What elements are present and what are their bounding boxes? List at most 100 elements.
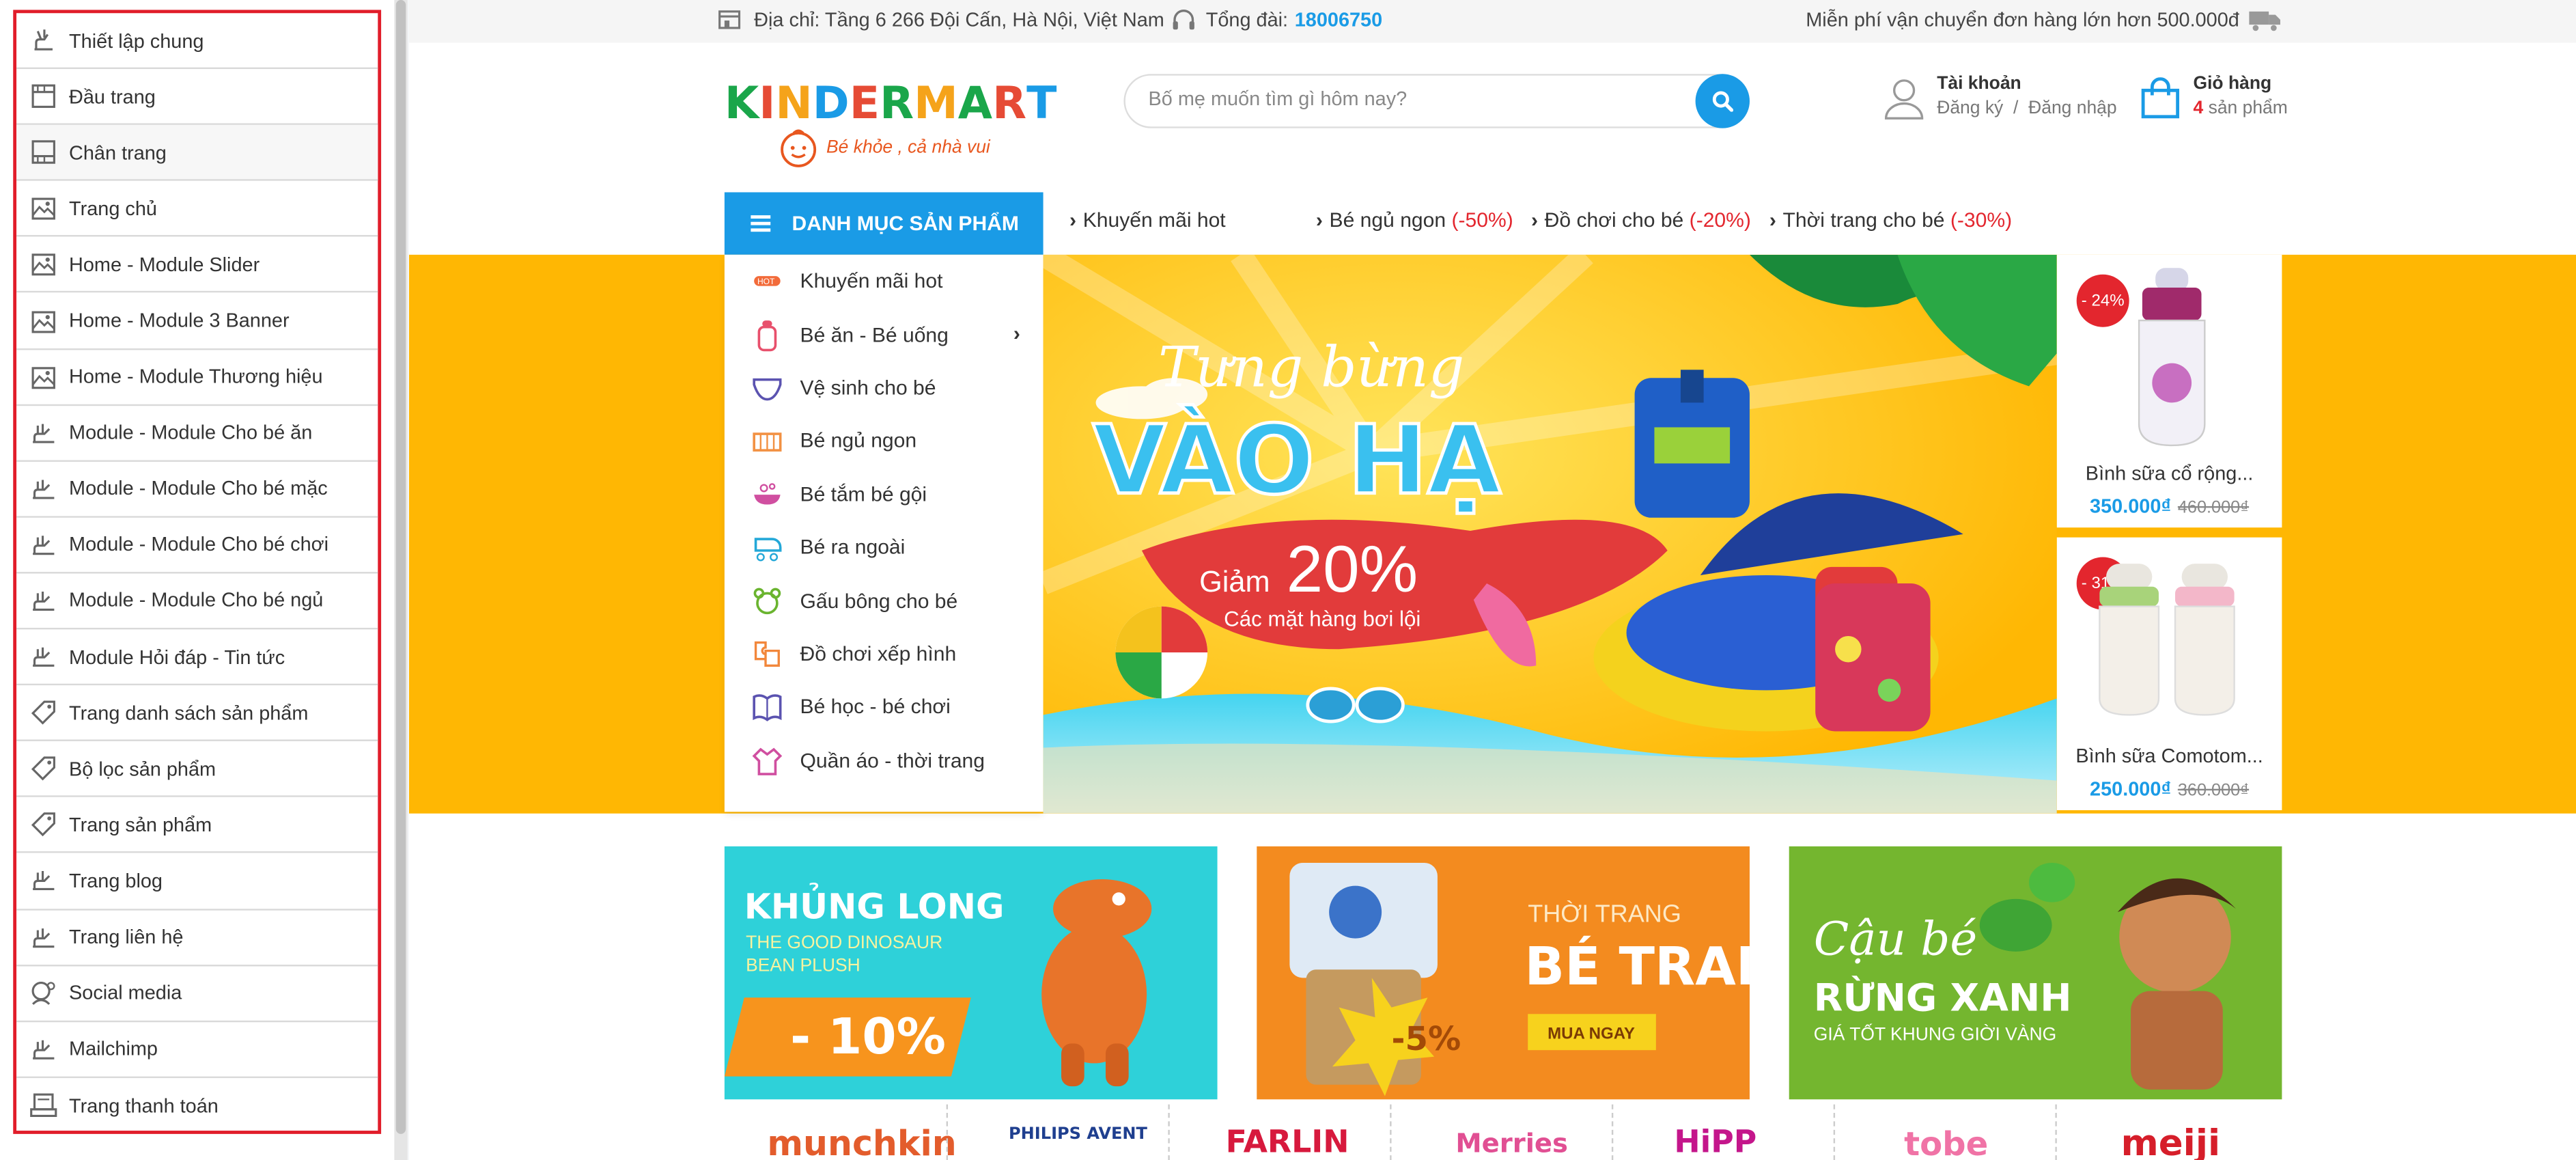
sidebar-item-label: Module - Module Cho bé ngủ [69, 589, 324, 613]
promo-discount: -5% [1392, 1020, 1461, 1058]
sidebar-item[interactable]: Mailchimp [16, 1022, 378, 1078]
sidebar-item[interactable]: Social media [16, 966, 378, 1022]
cart-block[interactable]: Giỏ hàng 4 sản phẩm [2141, 74, 2288, 120]
sidebar-item[interactable]: Chân trang [16, 125, 378, 182]
sidebar-item[interactable]: Module Hỏi đáp - Tin tức [16, 629, 378, 686]
sidebar-item[interactable]: Trang liên hệ [16, 910, 378, 966]
category-item[interactable]: Vệ sinh cho bé [725, 361, 1044, 415]
sidebar-item[interactable]: Module - Module Cho bé mặc [16, 461, 378, 518]
sidebar-item-label: Trang liên hệ [69, 925, 184, 949]
sidebar-item[interactable]: Thiết lập chung [16, 13, 378, 70]
brand-logo[interactable]: FARLIN [1226, 1124, 1349, 1160]
nav-link[interactable]: Thời trang cho bé (-30%) [1769, 208, 2013, 232]
category-label: Bé ra ngoài [800, 536, 906, 560]
hot-icon: HOT [754, 276, 781, 287]
sidebar-scrollbar[interactable] [394, 0, 408, 1160]
category-menu-button[interactable]: DANH MỤC SẢN PHẨM [724, 192, 1044, 255]
store-logo[interactable]: KINDERMART Bé khỏe , cả nhà vui [725, 79, 1056, 171]
search-icon [1712, 91, 1733, 112]
sidebar-item-label: Home - Module Thương hiệu [69, 365, 323, 388]
sidebar-item[interactable]: Trang sản phẩm [16, 797, 378, 854]
category-menu-label: DANH MỤC SẢN PHẨM [792, 212, 1019, 236]
module-hand-icon [33, 535, 55, 555]
login-link[interactable]: Đăng nhập [2028, 98, 2116, 118]
brand-logo[interactable]: munchkin [767, 1124, 956, 1160]
promo-discount: - 10% [790, 1008, 946, 1066]
account-block[interactable]: Tài khoản Đăng ký / Đăng nhập [1884, 74, 2117, 120]
brand-logo[interactable]: meiji [2121, 1124, 2220, 1160]
sidebar-item-label: Trang chủ [69, 197, 157, 220]
header-icon [31, 84, 55, 109]
module-hand-icon [33, 647, 55, 667]
sidebar-item[interactable]: Trang thanh toán [16, 1078, 378, 1134]
product-card[interactable]: - 31% Bình sữa Comotom... 250.000₫ 360.00… [2056, 537, 2282, 810]
sidebar-item[interactable]: Trang blog [16, 853, 378, 910]
category-dropdown: HOT Khuyến mãi hot Bé ăn - Bé uống › Vệ sinh… [724, 254, 1044, 812]
sidebar-item-label: Chân trang [69, 141, 167, 164]
sidebar-item[interactable]: Home - Module 3 Banner [16, 293, 378, 350]
sidebar-item-label: Module - Module Cho bé mặc [69, 477, 328, 501]
user-icon [1884, 79, 1924, 120]
nav-link[interactable]: Bé ngủ ngon (-50%) [1316, 209, 1513, 232]
product-name[interactable]: Bình sữa Comotom... [2057, 745, 2282, 768]
category-item[interactable]: Gấu bông cho bé [725, 574, 1044, 627]
hamburger-icon [751, 215, 771, 232]
banner-line2: VÀO HẠ [1093, 404, 1501, 516]
teddy-icon [753, 587, 781, 613]
brand-logo[interactable]: Merries [1455, 1127, 1568, 1159]
category-item[interactable]: Đồ chơi xếp hình [725, 627, 1044, 680]
category-item[interactable]: Bé học - bé chơi [725, 680, 1044, 734]
sidebar-item[interactable]: Module - Module Cho bé ngủ [16, 573, 378, 630]
product-card[interactable]: - 24% Bình sữa cổ rộng... 350.000₫ 460.00… [2056, 254, 2282, 528]
category-item[interactable]: Bé ngủ ngon [725, 415, 1044, 468]
promo-art: Cậu bé RỪNG XANH GIÁ TỐT KHUNG GIỜI VÀNG [1814, 862, 2237, 1090]
category-item[interactable]: Bé ăn - Bé uống › [725, 308, 1044, 361]
sidebar-item[interactable]: Module - Module Cho bé ăn [16, 405, 378, 462]
nav-link[interactable]: Khuyến mãi hot [1069, 209, 1226, 232]
category-item[interactable]: Quần áo - thời trang [725, 734, 1044, 787]
brand-logo[interactable]: PHILIPS AVENT [1009, 1126, 1147, 1144]
banner-line1: Tưng bừng [1158, 335, 1464, 400]
sidebar-item[interactable]: Đầu trang [16, 69, 378, 126]
module-hand-icon [33, 591, 55, 611]
theme-settings-sidebar: Thiết lập chung Đầu trang Chân trang Trang … [0, 0, 408, 1160]
life-vest [1634, 370, 1750, 518]
promo-title: RỪNG XANH [1814, 976, 2072, 1020]
sidebar-scrollbar-thumb[interactable] [395, 0, 406, 1134]
cart-unit: sản phẩm [2208, 98, 2288, 119]
category-label: Khuyến mãi hot [800, 269, 943, 293]
search-button[interactable] [1695, 74, 1750, 128]
promo-cta[interactable]: MUA NGAY [1548, 1024, 1635, 1042]
hero-banner[interactable]: Tưng bừng VÀO HẠ Giảm 20% Các mặt hàng b… [1043, 254, 2057, 814]
promo-banner-dinosaur[interactable]: KHỦNG LONG THE GOOD DINOSAUR BEAN PLUSH … [724, 846, 1218, 1100]
nav-link[interactable]: Đồ chơi cho bé (-20%) [1531, 209, 1751, 232]
nav-link-text: Thời trang cho bé [1782, 208, 1945, 232]
sidebar-item[interactable]: Home - Module Slider [16, 237, 378, 294]
promo-banner-boys-fashion[interactable]: -5% THỜI TRANG BÉ TRAI MUA NGAY [1257, 846, 1750, 1100]
shopping-bag-icon [2141, 77, 2180, 119]
frog-toys [1979, 862, 2075, 952]
hotline-number[interactable]: 18006750 [1295, 8, 1382, 31]
module-hand-icon [33, 928, 55, 948]
sidebar-item[interactable]: Trang danh sách sản phẩm [16, 685, 378, 742]
register-link[interactable]: Đăng ký [1937, 98, 2003, 118]
promo-title-script: Cậu bé [1814, 912, 1977, 966]
sidebar-item[interactable]: Module - Module Cho bé chơi [16, 517, 378, 574]
home-image-icon [31, 254, 55, 277]
sidebar-item-label: Đầu trang [69, 85, 156, 108]
sidebar-item-label: Trang thanh toán [69, 1094, 219, 1118]
brand-logo[interactable]: HiPP [1674, 1124, 1756, 1160]
promo-banner-jungle-boy[interactable]: Cậu bé RỪNG XANH GIÁ TỐT KHUNG GIỜI VÀNG [1789, 846, 2282, 1100]
product-name[interactable]: Bình sữa cổ rộng... [2057, 462, 2282, 485]
sidebar-item[interactable]: Home - Module Thương hiệu [16, 349, 378, 406]
sidebar-item[interactable]: Trang chủ [16, 181, 378, 238]
category-item[interactable]: Bé tắm bé gội [725, 468, 1044, 521]
category-item[interactable]: Bé ra ngoài [725, 521, 1044, 574]
category-item[interactable]: HOT Khuyến mãi hot [725, 255, 1044, 308]
account-separator: / [2013, 98, 2019, 119]
brand-logo[interactable]: tobe [1904, 1124, 1988, 1160]
home-image-icon [31, 198, 55, 221]
sidebar-item[interactable]: Bộ lọc sản phẩm [16, 741, 378, 798]
product-old-price: 360.000₫ [2177, 780, 2250, 801]
search-input[interactable] [1148, 87, 1675, 111]
